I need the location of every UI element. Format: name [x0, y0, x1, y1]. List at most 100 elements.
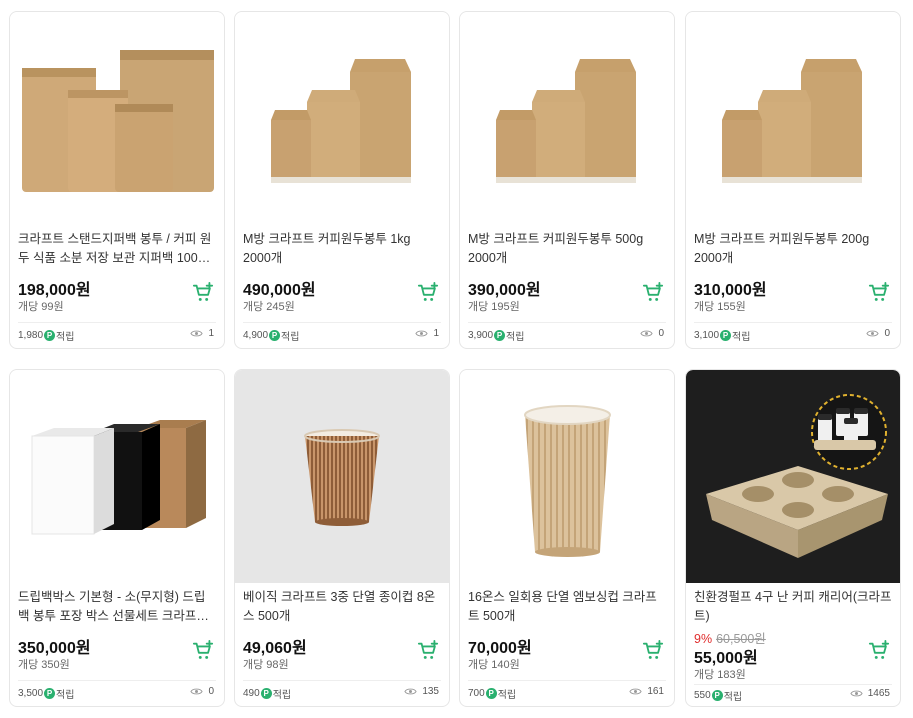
product-name[interactable]: 베이직 크라프트 3중 단열 종이컵 8온스 500개 [243, 588, 441, 626]
points-suffix: 적립 [272, 690, 292, 701]
eye-icon [640, 330, 654, 337]
product-card[interactable]: M방 크라프트 커피원두봉투 200g 2000개 310,000원 개당 15… [685, 11, 901, 349]
point-icon: P [269, 330, 281, 341]
points-value: 550 [694, 690, 711, 701]
points-value: 1,980 [18, 330, 44, 341]
product-card[interactable]: 16온스 일회용 단열 엠보싱컵 크라프트 500개 70,000원 개당 14… [459, 369, 675, 707]
product-name[interactable]: 드립백박스 기본형 - 소(무지형) 드립백 봉투 포장 박스 선물세트 크라프… [18, 588, 216, 626]
product-price: 55,000원 [694, 650, 758, 667]
eye-icon [404, 688, 417, 695]
point-icon: P [485, 688, 497, 699]
cart-plus-icon[interactable] [192, 282, 214, 304]
product-card[interactable]: 베이직 크라프트 3중 단열 종이컵 8온스 500개 49,060원 개당 9… [234, 369, 450, 707]
unit-price: 개당 155원 [694, 301, 746, 313]
divider [468, 680, 666, 681]
product-price: 49,060원 [243, 640, 307, 657]
product-image[interactable] [10, 12, 224, 225]
points-info: 3,900 P 적립 [468, 328, 524, 343]
product-price: 490,000원 [243, 282, 316, 299]
product-price: 390,000원 [468, 282, 541, 299]
divider [243, 322, 441, 323]
points-value: 3,900 [468, 330, 494, 341]
cart-plus-icon[interactable] [417, 640, 439, 662]
points-suffix: 적립 [506, 332, 525, 343]
eye-icon [415, 330, 429, 337]
views-value: 1 [208, 328, 214, 339]
divider [694, 322, 892, 323]
views-value: 0 [658, 328, 664, 339]
eye-icon [190, 688, 204, 695]
points-value: 3,500 [18, 688, 44, 699]
unit-price: 개당 183원 [694, 669, 746, 681]
product-name[interactable]: M방 크라프트 커피원두봉투 200g 2000개 [694, 230, 892, 268]
cart-plus-icon[interactable] [417, 282, 439, 304]
eye-icon [866, 330, 880, 337]
product-price: 350,000원 [18, 640, 91, 657]
view-count: 135 [404, 686, 439, 697]
product-name[interactable]: 16온스 일회용 단열 엠보싱컵 크라프트 500개 [468, 588, 666, 626]
product-price: 198,000원 [18, 282, 91, 299]
point-icon: P [44, 688, 56, 699]
divider [468, 322, 666, 323]
view-count: 1 [190, 328, 214, 339]
views-value: 161 [647, 686, 664, 697]
cart-plus-icon[interactable] [868, 282, 890, 304]
point-icon: P [260, 688, 272, 699]
point-icon: P [711, 690, 723, 701]
product-image[interactable] [460, 12, 674, 225]
product-card[interactable]: 크라프트 스탠드지퍼백 봉투 / 커피 원두 식품 소분 저장 보관 지퍼백 1… [9, 11, 225, 349]
product-name[interactable]: M방 크라프트 커피원두봉투 500g 2000개 [468, 230, 666, 268]
points-suffix: 적립 [497, 690, 517, 701]
eye-icon [629, 688, 642, 695]
views-value: 1 [433, 328, 439, 339]
points-info: 3,500 P 적립 [18, 686, 74, 701]
cart-plus-icon[interactable] [868, 640, 890, 662]
view-count: 161 [629, 686, 664, 697]
product-image[interactable] [686, 12, 900, 225]
product-name[interactable]: 친환경펄프 4구 난 커피 캐리어(크라프트) [694, 588, 892, 626]
eye-icon [850, 690, 863, 697]
view-count: 0 [866, 328, 890, 339]
points-info: 550 P 적립 [694, 688, 742, 703]
product-image[interactable] [10, 370, 224, 583]
product-card[interactable]: M방 크라프트 커피원두봉투 500g 2000개 390,000원 개당 19… [459, 11, 675, 349]
points-info: 490 P 적립 [243, 686, 291, 701]
points-info: 1,980 P 적립 [18, 328, 74, 343]
points-suffix: 적립 [732, 332, 751, 343]
product-image[interactable] [235, 12, 449, 225]
points-value: 490 [243, 688, 260, 699]
view-count: 1 [415, 328, 439, 339]
views-value: 1465 [867, 688, 890, 699]
views-value: 0 [884, 328, 890, 339]
cart-plus-icon[interactable] [642, 640, 664, 662]
views-value: 135 [422, 686, 439, 697]
unit-price: 개당 140원 [468, 659, 520, 671]
points-suffix: 적립 [56, 332, 75, 343]
divider [18, 322, 216, 323]
unit-price: 개당 99원 [18, 301, 64, 313]
product-name[interactable]: M방 크라프트 커피원두봉투 1kg 2000개 [243, 230, 441, 268]
points-suffix: 적립 [723, 692, 743, 703]
point-icon: P [720, 330, 732, 341]
points-suffix: 적립 [56, 690, 75, 701]
points-info: 3,100 P 적립 [694, 328, 750, 343]
product-card[interactable]: M방 크라프트 커피원두봉투 1kg 2000개 490,000원 개당 245… [234, 11, 450, 349]
product-image[interactable] [460, 370, 674, 583]
view-count: 0 [190, 686, 214, 697]
points-info: 4,900 P 적립 [243, 328, 299, 343]
cart-plus-icon[interactable] [192, 640, 214, 662]
view-count: 1465 [850, 688, 890, 699]
cart-plus-icon[interactable] [642, 282, 664, 304]
product-card[interactable]: 친환경펄프 4구 난 커피 캐리어(크라프트) 9% 60,500원 55,000… [685, 369, 901, 707]
unit-price: 개당 350원 [18, 659, 70, 671]
product-card[interactable]: 드립백박스 기본형 - 소(무지형) 드립백 봉투 포장 박스 선물세트 크라프… [9, 369, 225, 707]
divider [694, 684, 892, 685]
product-image[interactable] [686, 370, 900, 583]
divider [18, 680, 216, 681]
points-value: 4,900 [243, 330, 269, 341]
points-suffix: 적립 [281, 332, 300, 343]
divider [243, 680, 441, 681]
product-name[interactable]: 크라프트 스탠드지퍼백 봉투 / 커피 원두 식품 소분 저장 보관 지퍼백 1… [18, 230, 216, 268]
unit-price: 개당 195원 [468, 301, 520, 313]
product-image[interactable] [235, 370, 449, 583]
